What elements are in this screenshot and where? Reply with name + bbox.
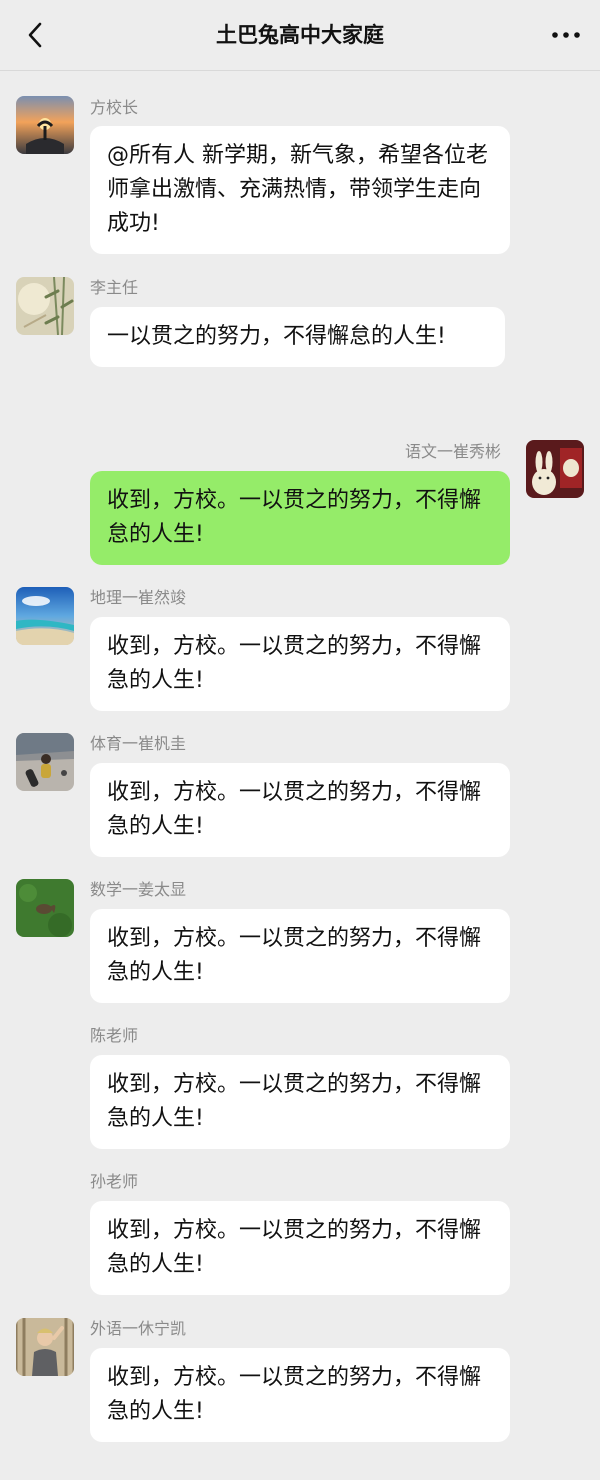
back-button[interactable] (18, 18, 52, 52)
message-bubble[interactable]: 收到，方校。一以贯之的努力，不得懈急的人生! (90, 1201, 510, 1295)
sender-name: 方校长 (90, 98, 139, 117)
sender-name: 地理一崔然竣 (90, 588, 187, 607)
message-bubble[interactable]: 收到，方校。一以贯之的努力，不得懈急的人生! (90, 617, 510, 711)
skateboarder-avatar[interactable] (16, 733, 74, 791)
sunset-tree-avatar[interactable] (16, 96, 74, 154)
sender-name: 数学一姜太显 (90, 880, 187, 899)
navigation-bar: 土巴兔高中大家庭 (0, 0, 600, 71)
message-bubble[interactable]: 收到，方校。一以贯之的努力，不得懈急的人生! (90, 763, 510, 857)
message-bubble[interactable]: 一以贯之的努力，不得懈怠的人生! (90, 307, 505, 367)
sender-name: 外语一休宁凯 (90, 1319, 187, 1338)
message-bubble[interactable]: 收到，方校。一以贯之的努力，不得懈急的人生! (90, 1055, 510, 1149)
sender-name: 陈老师 (90, 1026, 139, 1045)
message-bubble[interactable]: 收到，方校。一以贯之的努力，不得懈怠的人生! (90, 471, 510, 565)
message-bubble[interactable]: 收到，方校。一以贯之的努力，不得懈急的人生! (90, 1348, 510, 1442)
sender-name: 孙老师 (90, 1172, 139, 1191)
sender-name: 李主任 (90, 278, 139, 297)
more-horizontal-icon (552, 32, 580, 38)
blank-avatar[interactable] (16, 1171, 74, 1229)
message-bubble[interactable]: 收到，方校。一以贯之的努力，不得懈急的人生! (90, 909, 510, 1003)
chevron-left-icon (28, 22, 42, 48)
sender-name: 体育一崔杋圭 (90, 734, 187, 753)
squirrel-grass-avatar[interactable] (16, 879, 74, 937)
more-button[interactable] (546, 18, 586, 52)
sender-name: 语文一崔秀彬 (405, 442, 502, 461)
beach-avatar[interactable] (16, 587, 74, 645)
person-photo-avatar[interactable] (16, 1318, 74, 1376)
rabbit-figure-avatar[interactable] (526, 440, 584, 498)
message-bubble[interactable]: @所有人 新学期，新气象，希望各位老师拿出激情、充满热情，带领学生走向成功! (90, 126, 510, 254)
blank-avatar[interactable] (16, 1025, 74, 1083)
chat-title: 土巴兔高中大家庭 (216, 23, 384, 47)
bamboo-avatar[interactable] (16, 277, 74, 335)
